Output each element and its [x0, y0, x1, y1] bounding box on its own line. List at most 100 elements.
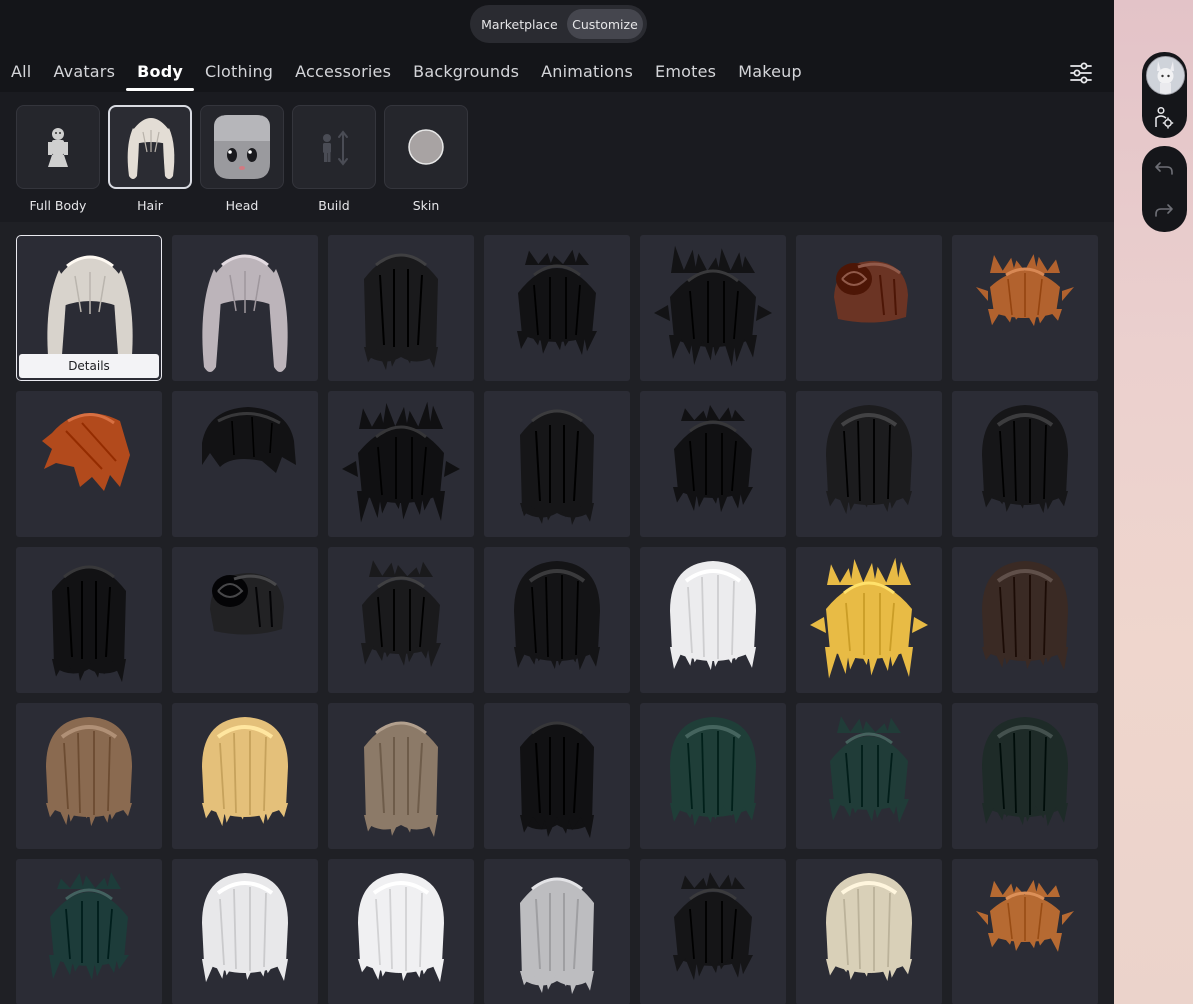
hair-item-gray-long-shag[interactable]	[484, 859, 630, 1004]
hair-item-black-fringe-long[interactable]	[16, 547, 162, 693]
tab-clothing[interactable]: Clothing	[194, 61, 284, 91]
hair-item-black-emo-long[interactable]	[796, 391, 942, 537]
redo-icon[interactable]	[1154, 200, 1174, 220]
hair-item-black-fluffy[interactable]	[484, 547, 630, 693]
hair-thumbnail-icon	[514, 561, 600, 671]
hair-item-dark-teal-short[interactable]	[796, 703, 942, 849]
hair-thumbnail-icon	[520, 409, 594, 525]
hair-thumbnail-icon	[826, 873, 912, 981]
hair-item-black-mop[interactable]	[952, 391, 1098, 537]
hair-thumbnail-icon	[358, 873, 444, 983]
subcategory-label: Head	[225, 198, 259, 213]
subcategory-build[interactable]: Build	[292, 105, 376, 213]
subcategory-full-body[interactable]: Full Body	[16, 105, 100, 213]
tab-animations[interactable]: Animations	[530, 61, 644, 91]
subcategory-label: Skin	[412, 198, 440, 213]
hair-thumbnail-icon	[826, 405, 912, 515]
hair-item-orange-swept[interactable]	[16, 391, 162, 537]
hair-item-black-bun-glasses[interactable]	[172, 547, 318, 693]
hair-item-black-short-wave[interactable]	[172, 391, 318, 537]
hair-item-brown-bun[interactable]	[796, 235, 942, 381]
customize-toggle[interactable]: Customize	[566, 9, 643, 39]
hair-item-black-straight[interactable]	[484, 703, 630, 849]
undo-icon[interactable]	[1154, 158, 1174, 178]
hair-item-black-tuft[interactable]	[640, 859, 786, 1004]
hair-thumbnail-icon	[364, 253, 438, 371]
subcategory-label: Build	[318, 198, 350, 213]
hair-item-white-layered[interactable]	[172, 859, 318, 1004]
hair-thumbnail-icon	[982, 405, 1068, 513]
hair-thumbnail-icon	[49, 872, 129, 981]
top-bar: Marketplace Customize All Avatars Body Clot…	[0, 0, 1114, 92]
tab-makeup[interactable]: Makeup	[727, 61, 813, 91]
hair-item-light-brown-wavy[interactable]	[16, 703, 162, 849]
tab-accessories[interactable]: Accessories	[284, 61, 402, 91]
hair-thumbnail-icon	[202, 717, 288, 827]
subcategory-bar: Full Body Hair Head Build Skin	[0, 92, 1114, 222]
hair-item-black-shag[interactable]	[484, 235, 630, 381]
hair-item-black-small-messy[interactable]	[328, 547, 474, 693]
filter-settings-icon[interactable]	[1068, 60, 1094, 86]
hair-item-blonde-red-ombre[interactable]	[172, 703, 318, 849]
hair-item-black-spiky-shag[interactable]	[640, 235, 786, 381]
hair-thumbnail-icon	[517, 249, 597, 355]
hair-thumbnail-icon	[46, 717, 132, 827]
hair-item-ginger-spike[interactable]	[952, 859, 1098, 1004]
hair-thumbnail-icon	[834, 261, 908, 323]
hair-thumbnail-icon	[361, 560, 441, 667]
hair-thumbnail-icon	[364, 721, 438, 837]
subcategory-head[interactable]: Head	[200, 105, 284, 213]
hair-thumbnail-icon	[202, 254, 288, 372]
hair-item-teal-fluffy[interactable]	[16, 859, 162, 1004]
hair-item-black-wild-long[interactable]	[328, 391, 474, 537]
tab-backgrounds[interactable]: Backgrounds	[402, 61, 530, 91]
details-button[interactable]: Details	[19, 354, 159, 378]
hair-thumbnail-icon	[520, 877, 594, 995]
hair-item-black-messy-short[interactable]	[640, 391, 786, 537]
tab-all[interactable]: All	[0, 61, 42, 91]
avatar-preview-panel	[1114, 0, 1193, 1004]
hair-item-dark-green-side[interactable]	[952, 703, 1098, 849]
avatar-controls	[1142, 52, 1187, 138]
hair-thumbnail-icon	[342, 401, 460, 523]
body-scale-icon	[292, 105, 376, 189]
hair-thumbnail-icon	[670, 717, 756, 827]
hair-thumbnail-icon	[976, 254, 1074, 327]
subcategory-skin[interactable]: Skin	[384, 105, 468, 213]
marketplace-toggle[interactable]: Marketplace	[474, 9, 565, 39]
white-pigtails-hair-icon	[108, 105, 192, 189]
hair-item-ash-brown-long[interactable]	[328, 703, 474, 849]
hair-item-white-fluffy[interactable]	[640, 547, 786, 693]
hair-thumbnail-icon	[982, 561, 1068, 671]
hair-thumbnail-icon	[520, 721, 594, 839]
anime-head-icon	[200, 105, 284, 189]
subcategory-hair[interactable]: Hair	[108, 105, 192, 213]
tab-avatars[interactable]: Avatars	[42, 61, 126, 91]
hair-item-cream-shag[interactable]	[796, 859, 942, 1004]
hair-item-dark-brown-messy[interactable]	[952, 547, 1098, 693]
hair-thumbnail-icon	[673, 872, 753, 981]
hair-thumbnail-icon	[670, 561, 756, 671]
hair-thumbnail-icon	[982, 717, 1068, 827]
mode-toggle: Marketplace Customize	[470, 5, 647, 43]
hair-item-silver-pigtails[interactable]	[172, 235, 318, 381]
hair-thumbnail-icon	[829, 716, 909, 823]
subcategory-label: Full Body	[29, 198, 87, 213]
hair-item-white-pigtails[interactable]: Details	[16, 235, 162, 381]
avatar-thumbnail[interactable]	[1146, 56, 1185, 95]
category-tabs: All Avatars Body Clothing Accessories Backgro…	[0, 61, 813, 91]
avatar-settings-icon[interactable]	[1153, 106, 1175, 130]
hair-thumbnail-icon	[202, 407, 296, 473]
hair-thumbnail-icon	[976, 879, 1074, 952]
hair-item-black-layered-long[interactable]	[484, 391, 630, 537]
tab-emotes[interactable]: Emotes	[644, 61, 727, 91]
hair-item-dark-teal-messy[interactable]	[640, 703, 786, 849]
subcategory-label: Hair	[137, 198, 163, 213]
hair-item-white-messy[interactable]	[328, 859, 474, 1004]
hair-item-black-long-side[interactable]	[328, 235, 474, 381]
hair-item-golden-spiky[interactable]	[796, 547, 942, 693]
full-body-figure-icon	[16, 105, 100, 189]
hair-item-ginger-spiky[interactable]	[952, 235, 1098, 381]
hair-thumbnail-icon	[673, 405, 753, 513]
tab-body[interactable]: Body	[126, 61, 194, 91]
